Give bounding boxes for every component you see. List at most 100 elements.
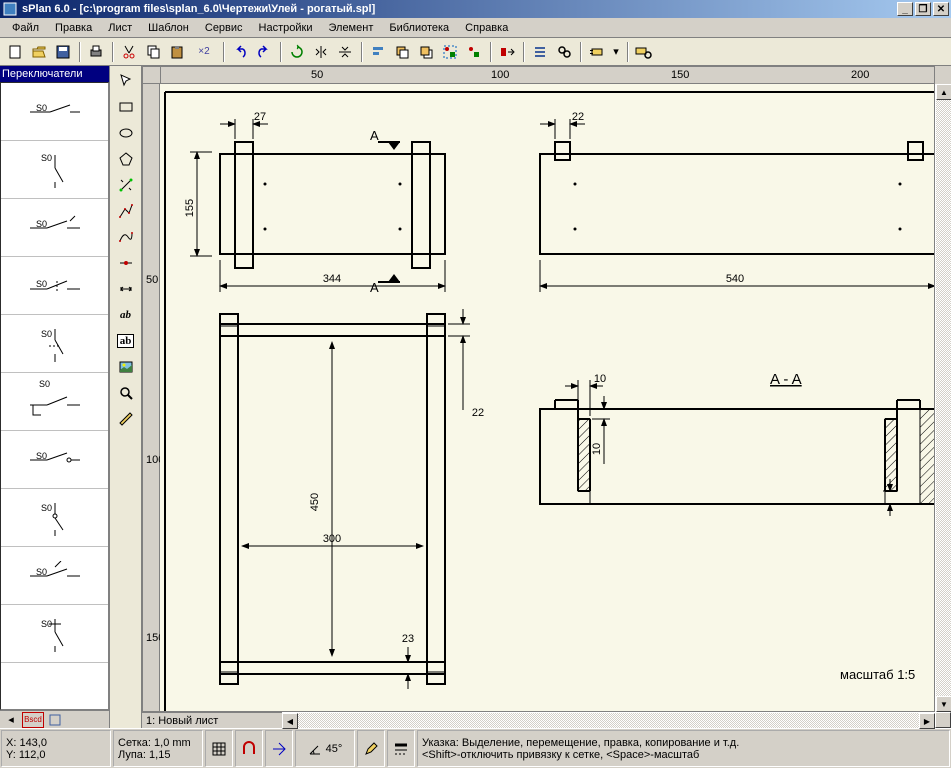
menu-service[interactable]: Сервис [197,20,251,36]
image-tool[interactable] [115,356,137,378]
mirror-v-button[interactable] [334,41,356,63]
ruler-tick-label: 150 [671,69,689,81]
new-button[interactable] [4,41,26,63]
scale-label: масштаб 1:5 [840,667,915,682]
lib-code-button[interactable]: Bscd [22,712,44,728]
special-tool[interactable] [115,174,137,196]
horizontal-ruler[interactable]: 50 100 150 200 [160,66,935,84]
node-tool[interactable] [115,252,137,274]
library-item-label: S0 [36,451,47,461]
rubber-toggle[interactable] [265,730,293,767]
select-similar-button[interactable] [496,41,518,63]
grid-toggle[interactable] [205,730,233,767]
copy-button[interactable] [142,41,164,63]
dimension-label: 22 [472,407,484,419]
print-button[interactable] [85,41,107,63]
mirror-h-button[interactable] [310,41,332,63]
text-tool[interactable]: ab [115,304,137,326]
status-zoom: Лупа: 1,15 [118,749,198,761]
minimize-button[interactable]: _ [897,2,913,16]
library-item[interactable]: S0 [1,431,108,489]
circle-tool[interactable] [115,122,137,144]
lib-template-button[interactable] [46,712,64,728]
library-item[interactable]: S0 [1,257,108,315]
cut-button[interactable] [118,41,140,63]
maximize-button[interactable]: ❐ [915,2,931,16]
menu-sheet[interactable]: Лист [100,20,140,36]
redo-button[interactable] [253,41,275,63]
lib-back-button[interactable]: ◂ [2,712,20,728]
drawing-canvas[interactable]: 27 155 344 A A [160,84,935,712]
drawing-toolbar: ab ab [110,66,142,728]
dimension-label: 450 [309,493,321,511]
list-button[interactable] [529,41,551,63]
front-button[interactable] [391,41,413,63]
find-button[interactable] [553,41,575,63]
scroll-down-button[interactable]: ▼ [936,696,951,712]
library-item[interactable]: S0 [1,547,108,605]
library-selector[interactable]: Переключатели [0,66,109,82]
bezier-tool[interactable] [115,226,137,248]
rect-tool[interactable] [115,96,137,118]
group-button[interactable] [439,41,461,63]
save-button[interactable] [52,41,74,63]
line-style[interactable] [387,730,415,767]
library-item[interactable]: S0 [1,315,108,373]
textbox-tool[interactable]: ab [115,330,137,352]
menu-edit[interactable]: Правка [47,20,100,36]
library-item[interactable]: S0 [1,605,108,663]
scroll-right-button[interactable]: ▶ [919,713,935,729]
rotate-button[interactable] [286,41,308,63]
app-icon [2,1,18,17]
menu-help[interactable]: Справка [457,20,516,36]
component-button[interactable] [586,41,608,63]
library-item[interactable]: S0 [1,373,108,431]
ruler-tick-label: 50 [146,274,158,286]
scroll-left-button[interactable]: ◀ [282,713,298,729]
angle-display[interactable]: 45° [295,730,355,767]
menu-library[interactable]: Библиотека [381,20,457,36]
component-dropdown[interactable]: ▾ [610,41,622,63]
dimension-tool[interactable] [115,278,137,300]
scroll-up-button[interactable]: ▲ [936,84,951,100]
snap-toggle[interactable] [235,730,263,767]
sheet-tab[interactable]: 1: Новый лист [142,712,282,728]
library-item[interactable]: S0 [1,141,108,199]
window-titlebar: sPlan 6.0 - [c:\program files\splan_6.0\… [0,0,951,18]
status-grid: Сетка: 1,0 mm [118,737,198,749]
window-title: sPlan 6.0 - [c:\program files\splan_6.0\… [22,3,375,15]
horizontal-scrollbar[interactable]: ◀ ▶ [282,712,935,728]
dimension-label: 344 [323,273,341,285]
duplicate-button[interactable]: ×2 [190,41,218,63]
polygon-tool[interactable] [115,148,137,170]
pointer-tool[interactable] [115,70,137,92]
menu-element[interactable]: Элемент [320,20,381,36]
library-item[interactable]: S0 [1,199,108,257]
library-item[interactable]: S0 [1,83,108,141]
menu-template[interactable]: Шаблон [140,20,197,36]
sheet-tab-label: 1: Новый лист [146,715,218,727]
ungroup-button[interactable] [463,41,485,63]
dimension-label: 10 [591,443,603,455]
canvas-area: 50 100 150 200 50 100 150 [142,66,951,728]
align-button[interactable] [367,41,389,63]
library-list: S0 S0 S0 S0 S0 S0 S0 S0 S0 S0 [0,82,109,710]
menu-settings[interactable]: Настройки [251,20,321,36]
paste-button[interactable] [166,41,188,63]
back-button[interactable] [415,41,437,63]
menu-file[interactable]: Файл [4,20,47,36]
vertical-scrollbar[interactable]: ▲ ▼ [935,84,951,712]
search-component-button[interactable] [633,41,655,63]
zoom-tool[interactable] [115,382,137,404]
pen-indicator[interactable] [357,730,385,767]
line-tool[interactable] [115,200,137,222]
open-button[interactable] [28,41,50,63]
library-item[interactable]: S0 [1,489,108,547]
measure-tool[interactable] [115,408,137,430]
vertical- rud[interactable]: 50 100 150 [142,84,160,712]
close-button[interactable]: ✕ [933,2,949,16]
status-bar: X: 143,0 Y: 112,0 Сетка: 1,0 mm Лупа: 1,… [0,728,951,768]
library-item-label: S0 [41,329,52,339]
ruler-corner [142,66,160,84]
undo-button[interactable] [229,41,251,63]
